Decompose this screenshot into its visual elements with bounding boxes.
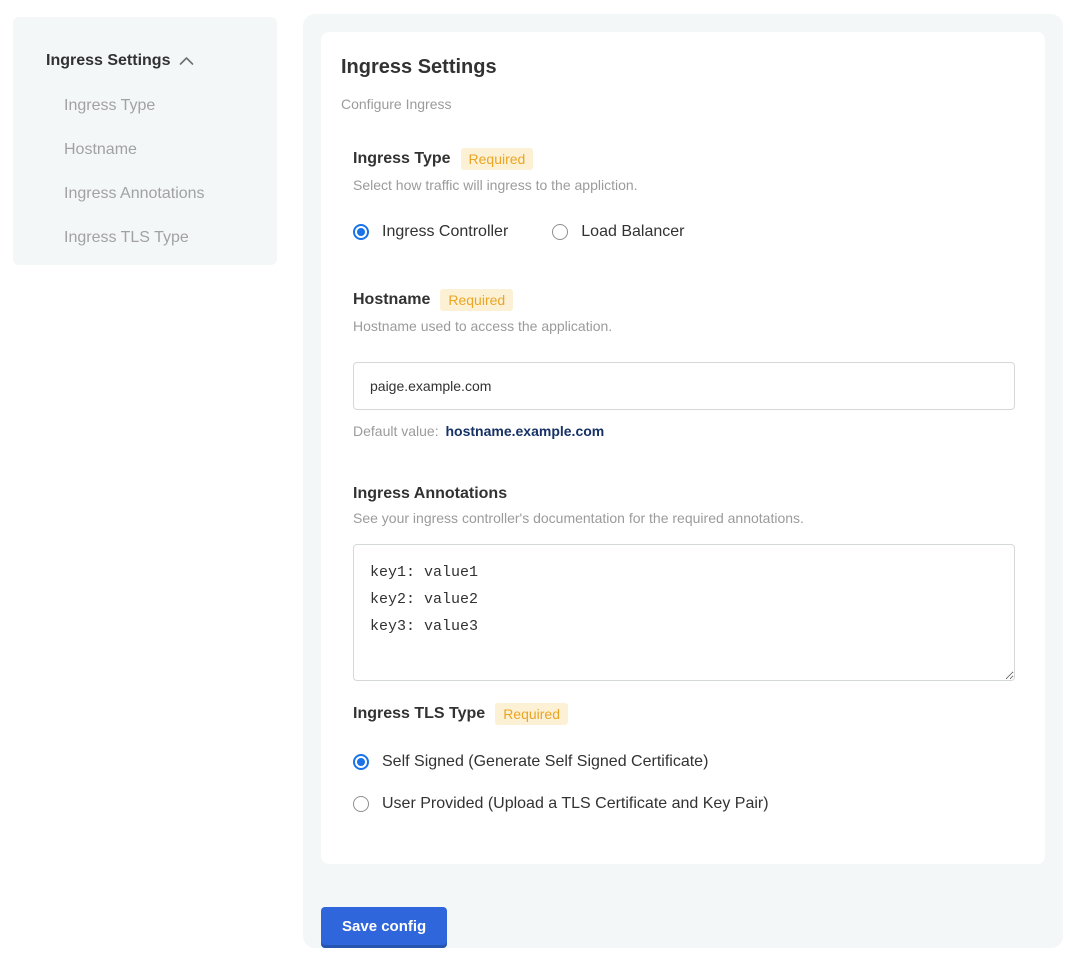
required-badge: Required <box>461 148 534 170</box>
hostname-label: Hostname <box>353 291 430 309</box>
annotations-textarea[interactable]: key1: value1 key2: value2 key3: value3 <box>353 544 1015 681</box>
sidebar-group-ingress-settings[interactable]: Ingress Settings <box>46 51 257 71</box>
annotations-label: Ingress Annotations <box>353 485 507 503</box>
section-ingress-annotations: Ingress Annotations See your ingress con… <box>353 485 1015 681</box>
radio-ingress-controller[interactable] <box>353 224 369 240</box>
sidebar-item-ingress-type[interactable]: Ingress Type <box>64 97 257 115</box>
hostname-default-prefix: Default value: <box>353 423 439 439</box>
section-ingress-type: Ingress Type Required Select how traffic… <box>353 148 1015 241</box>
config-group-subtitle: Configure Ingress <box>341 96 1025 112</box>
config-sidebar: Ingress Settings Ingress Type Hostname I… <box>13 17 277 265</box>
tls-type-label: Ingress TLS Type <box>353 705 485 723</box>
radio-option-ingress-controller[interactable]: Ingress Controller <box>353 223 508 241</box>
tls-heading-row: Ingress TLS Type Required <box>353 703 1015 725</box>
config-group-title: Ingress Settings <box>341 56 1025 79</box>
required-badge: Required <box>440 289 513 311</box>
radio-load-balancer[interactable] <box>552 224 568 240</box>
sidebar-group-label: Ingress Settings <box>46 52 170 70</box>
required-badge: Required <box>495 703 568 725</box>
ingress-type-label: Ingress Type <box>353 150 451 168</box>
save-config-button[interactable]: Save config <box>321 907 447 945</box>
sidebar-item-ingress-annotations[interactable]: Ingress Annotations <box>64 185 257 203</box>
config-card: Ingress Settings Configure Ingress Ingre… <box>321 32 1045 864</box>
config-panel: Ingress Settings Configure Ingress Ingre… <box>303 14 1063 948</box>
radio-label-ingress-controller: Ingress Controller <box>382 223 508 241</box>
sidebar-item-hostname[interactable]: Hostname <box>64 141 257 159</box>
hostname-help: Hostname used to access the application. <box>353 318 1015 334</box>
section-ingress-tls-type: Ingress TLS Type Required Self Signed (G… <box>353 703 1015 813</box>
ingress-type-heading-row: Ingress Type Required <box>353 148 1015 170</box>
hostname-default-value: hostname.example.com <box>446 423 605 439</box>
hostname-default-line: Default value: hostname.example.com <box>353 423 1015 439</box>
hostname-input[interactable] <box>353 362 1015 410</box>
ingress-type-help: Select how traffic will ingress to the a… <box>353 177 1015 193</box>
annotations-heading-row: Ingress Annotations <box>353 485 1015 503</box>
radio-option-self-signed[interactable]: Self Signed (Generate Self Signed Certif… <box>353 753 1015 771</box>
radio-option-user-provided[interactable]: User Provided (Upload a TLS Certificate … <box>353 795 1015 813</box>
section-hostname: Hostname Required Hostname used to acces… <box>353 289 1015 439</box>
sidebar-item-ingress-tls-type[interactable]: Ingress TLS Type <box>64 229 257 247</box>
page: { "colors": { "panel_bg": "#f4f7f8", "ca… <box>0 0 1090 969</box>
radio-user-provided[interactable] <box>353 796 369 812</box>
annotations-help: See your ingress controller's documentat… <box>353 510 1015 526</box>
ingress-type-radio-group: Ingress Controller Load Balancer <box>353 223 1015 241</box>
radio-label-user-provided: User Provided (Upload a TLS Certificate … <box>382 795 769 813</box>
radio-self-signed[interactable] <box>353 754 369 770</box>
radio-label-self-signed: Self Signed (Generate Self Signed Certif… <box>382 753 708 771</box>
tls-radio-group: Self Signed (Generate Self Signed Certif… <box>353 753 1015 813</box>
radio-label-load-balancer: Load Balancer <box>581 223 684 241</box>
hostname-heading-row: Hostname Required <box>353 289 1015 311</box>
radio-option-load-balancer[interactable]: Load Balancer <box>552 223 684 241</box>
chevron-up-icon <box>179 53 194 71</box>
